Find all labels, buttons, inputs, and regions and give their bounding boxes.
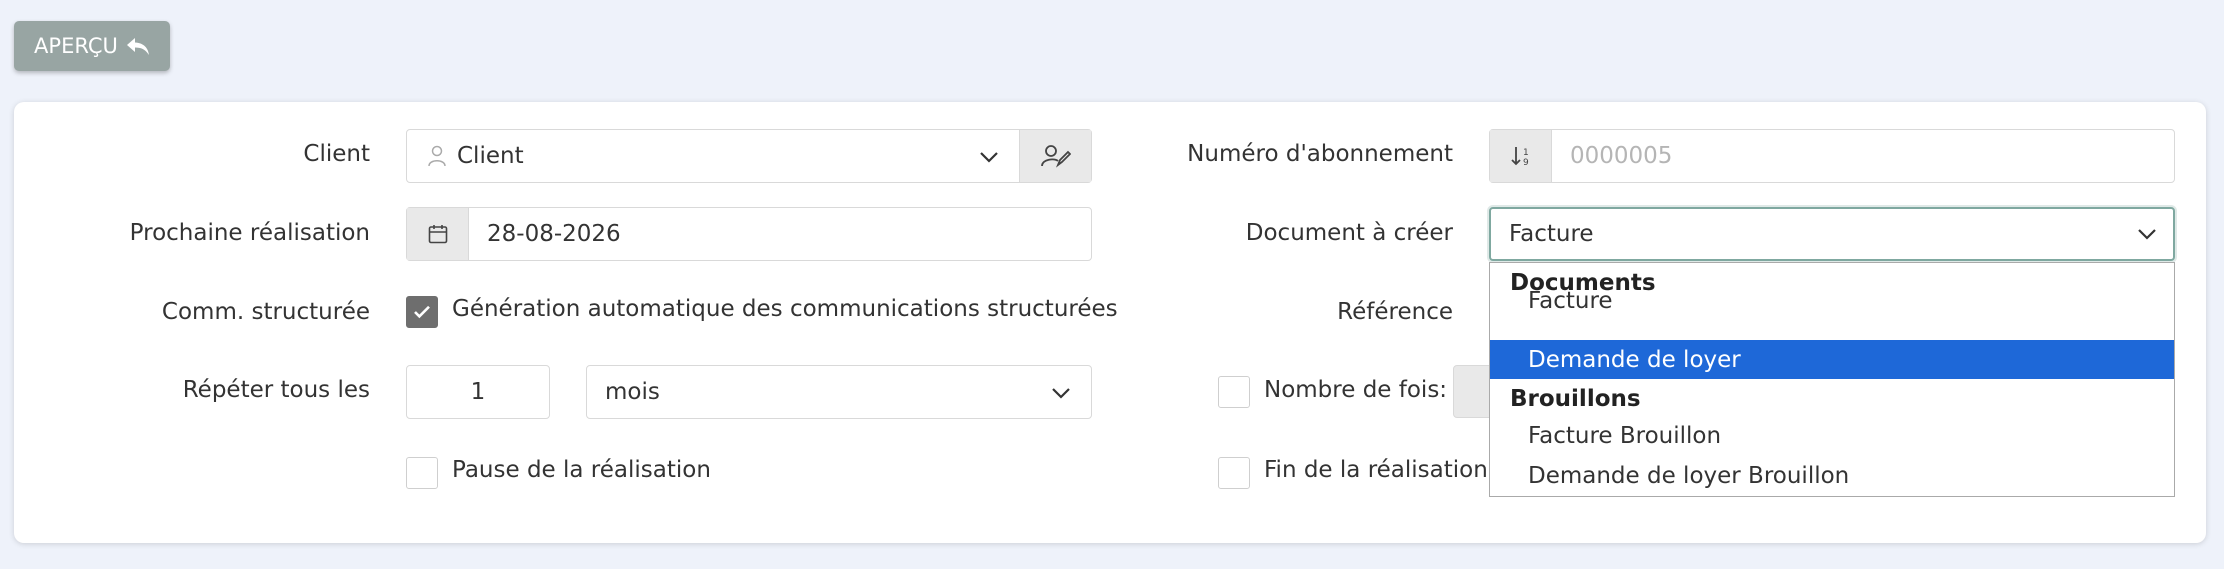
next-date-input[interactable]: 28-08-2026 xyxy=(406,207,1092,261)
doc-value: Facture xyxy=(1509,221,1594,247)
client-value: Client xyxy=(457,143,524,169)
client-label: Client xyxy=(303,141,370,167)
dropdown-option-facture[interactable]: Facture xyxy=(1490,281,2174,320)
repeat-label: Répéter tous les xyxy=(182,377,370,403)
apercu-button[interactable]: APERÇU xyxy=(14,21,170,71)
calendar-icon xyxy=(428,225,447,244)
chevron-down-icon xyxy=(2138,229,2156,240)
comm-checkbox[interactable] xyxy=(406,296,438,328)
pause-checkbox[interactable] xyxy=(406,457,438,489)
edit-client-button[interactable] xyxy=(1019,130,1091,182)
doc-label: Document à créer xyxy=(1245,220,1453,246)
sub-number-placeholder: 0000005 xyxy=(1570,143,1673,169)
dropdown-group-brouillons: Brouillons xyxy=(1510,386,1641,412)
user-edit-icon xyxy=(1040,145,1071,168)
user-icon xyxy=(428,145,446,167)
option-label: Demande de loyer Brouillon xyxy=(1528,462,1850,489)
reply-arrow-icon xyxy=(126,38,149,55)
repeat-unit-select[interactable]: mois xyxy=(586,365,1092,419)
reference-label: Référence xyxy=(1337,299,1453,325)
repeat-unit-value: mois xyxy=(605,379,660,405)
times-checkbox[interactable] xyxy=(1218,376,1250,408)
sort-addon: 1 9 xyxy=(1490,130,1552,182)
doc-select[interactable]: Facture xyxy=(1489,207,2175,261)
option-label: Demande de loyer xyxy=(1528,346,1741,373)
times-label: Nombre de fois: xyxy=(1264,377,1448,403)
repeat-count-value: 1 xyxy=(470,379,486,405)
option-label: Facture Brouillon xyxy=(1528,422,1722,449)
check-icon xyxy=(414,305,430,319)
svg-text:1: 1 xyxy=(1523,148,1529,158)
client-select[interactable]: Client xyxy=(406,129,1092,183)
svg-text:9: 9 xyxy=(1523,158,1529,167)
next-label: Prochaine réalisation xyxy=(129,220,370,246)
doc-dropdown-list: Documents Facture Demande de loyer Broui… xyxy=(1489,262,2175,497)
option-label: Facture xyxy=(1528,287,1613,314)
dropdown-option-demande-de-loyer[interactable]: Demande de loyer xyxy=(1490,340,2174,379)
pause-text: Pause de la réalisation xyxy=(452,457,711,483)
dropdown-option-facture-brouillon[interactable]: Facture Brouillon xyxy=(1490,416,2174,455)
sub-number-input[interactable]: 1 9 0000005 xyxy=(1489,129,2175,183)
comm-label: Comm. structurée xyxy=(161,299,370,325)
calendar-addon[interactable] xyxy=(407,208,469,260)
sub-number-label: Numéro d'abonnement xyxy=(1187,141,1453,167)
end-label: Fin de la réalisation ap xyxy=(1264,457,1524,483)
next-date-value: 28-08-2026 xyxy=(487,221,621,247)
comm-text: Génération automatique des communication… xyxy=(452,296,1118,322)
sort-numeric-icon: 1 9 xyxy=(1510,147,1529,167)
repeat-count-input[interactable]: 1 xyxy=(406,365,550,419)
dropdown-option-demande-de-loyer-brouillon[interactable]: Demande de loyer Brouillon xyxy=(1490,456,2174,495)
chevron-down-icon xyxy=(1052,388,1070,399)
apercu-label: APERÇU xyxy=(34,34,118,58)
chevron-down-icon xyxy=(980,152,998,163)
end-checkbox[interactable] xyxy=(1218,457,1250,489)
